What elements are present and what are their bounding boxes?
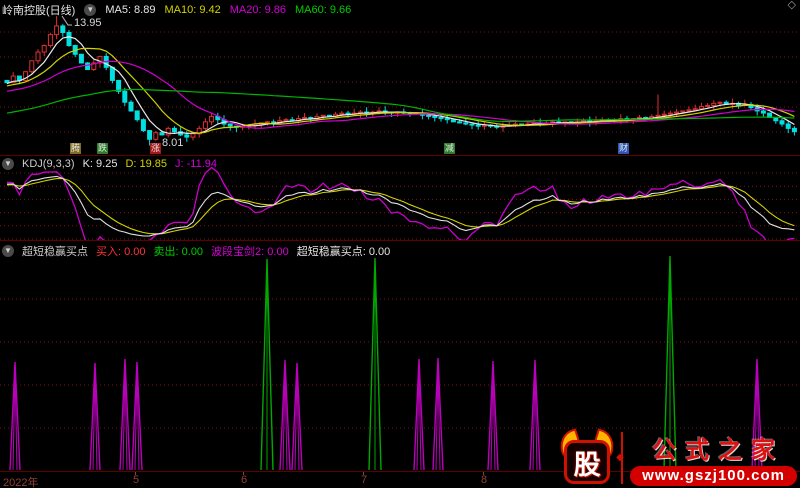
chevron-down-icon[interactable]: ▼	[2, 158, 14, 170]
axis-tick	[135, 472, 136, 475]
logo-url[interactable]: www.gszj100.com	[630, 466, 797, 486]
logo-name: 公式之家	[652, 437, 785, 464]
low-price-label: 8.01	[162, 137, 184, 149]
watermark-glyph: 跌	[97, 143, 108, 154]
watermark-glyph: 腾	[70, 143, 81, 154]
indicator-name: 超短稳赢买点	[22, 246, 88, 258]
signal-header: ▼ 超短稳赢买点 买入: 0.00 卖出: 0.00 波段宝剑2: 0.00 超…	[2, 243, 390, 259]
candlestick-panel: 岭南控股(日线) ▼ MA5: 8.89 MA10: 9.42 MA20: 9.…	[0, 0, 800, 155]
axis-label: 5	[133, 474, 140, 486]
diamond-icon: ◆	[616, 452, 624, 463]
buy-value: 买入: 0.00	[96, 246, 146, 258]
axis-tick	[483, 472, 484, 475]
kdj-panel: ▼ KDJ(9,3,3) K: 9.25 D: 19.85 J: -11.94	[0, 155, 800, 241]
watermark-glyph: 财	[618, 143, 629, 154]
chevron-down-icon[interactable]: ▼	[84, 4, 97, 16]
corner-diamond-icon: ◇	[787, 0, 796, 11]
ma10-value: MA10: 9.42	[164, 4, 221, 16]
kdj-header: ▼ KDJ(9,3,3) K: 9.25 D: 19.85 J: -11.94	[2, 158, 217, 170]
watermark-glyph: 涨	[150, 143, 161, 154]
ma5-value: MA5: 8.89	[105, 4, 156, 16]
logo-divider: ◆	[616, 432, 624, 484]
high-price-label: 13.95	[74, 17, 102, 29]
candlestick-header: 岭南控股(日线) ▼ MA5: 8.89 MA10: 9.42 MA20: 9.…	[2, 2, 351, 18]
stock-title: 岭南控股(日线)	[2, 5, 76, 17]
axis-tick	[363, 472, 364, 475]
bull-icon: 股	[555, 428, 619, 485]
ma20-value: MA20: 9.86	[229, 4, 286, 16]
kdj-name: KDJ(9,3,3)	[22, 158, 75, 170]
k-value: K: 9.25	[82, 158, 118, 170]
axis-label: 2022年	[3, 477, 39, 488]
sell-value: 卖出: 0.00	[153, 246, 204, 258]
axis-label: 7	[361, 474, 368, 486]
axis-label: 8	[481, 474, 488, 486]
watermark-glyph: 减	[444, 143, 455, 154]
gszj-logo[interactable]: 股 ◆ 公式之家 www.gszj100.com	[555, 428, 797, 486]
logo-symbol: 股	[573, 449, 601, 480]
d-value: D: 19.85	[125, 158, 168, 170]
candlestick-chart[interactable]	[0, 0, 800, 155]
chevron-down-icon[interactable]: ▼	[2, 245, 14, 257]
main-signal-value: 超短稳赢买点: 0.00	[296, 246, 391, 258]
axis-tick	[243, 472, 244, 475]
stock-app-window: 岭南控股(日线) ▼ MA5: 8.89 MA10: 9.42 MA20: 9.…	[0, 0, 800, 488]
sword-value: 波段宝剑2: 0.00	[211, 246, 289, 258]
j-value: J: -11.94	[175, 158, 218, 170]
ma60-value: MA60: 9.66	[295, 4, 352, 16]
axis-label: 6	[241, 474, 248, 486]
